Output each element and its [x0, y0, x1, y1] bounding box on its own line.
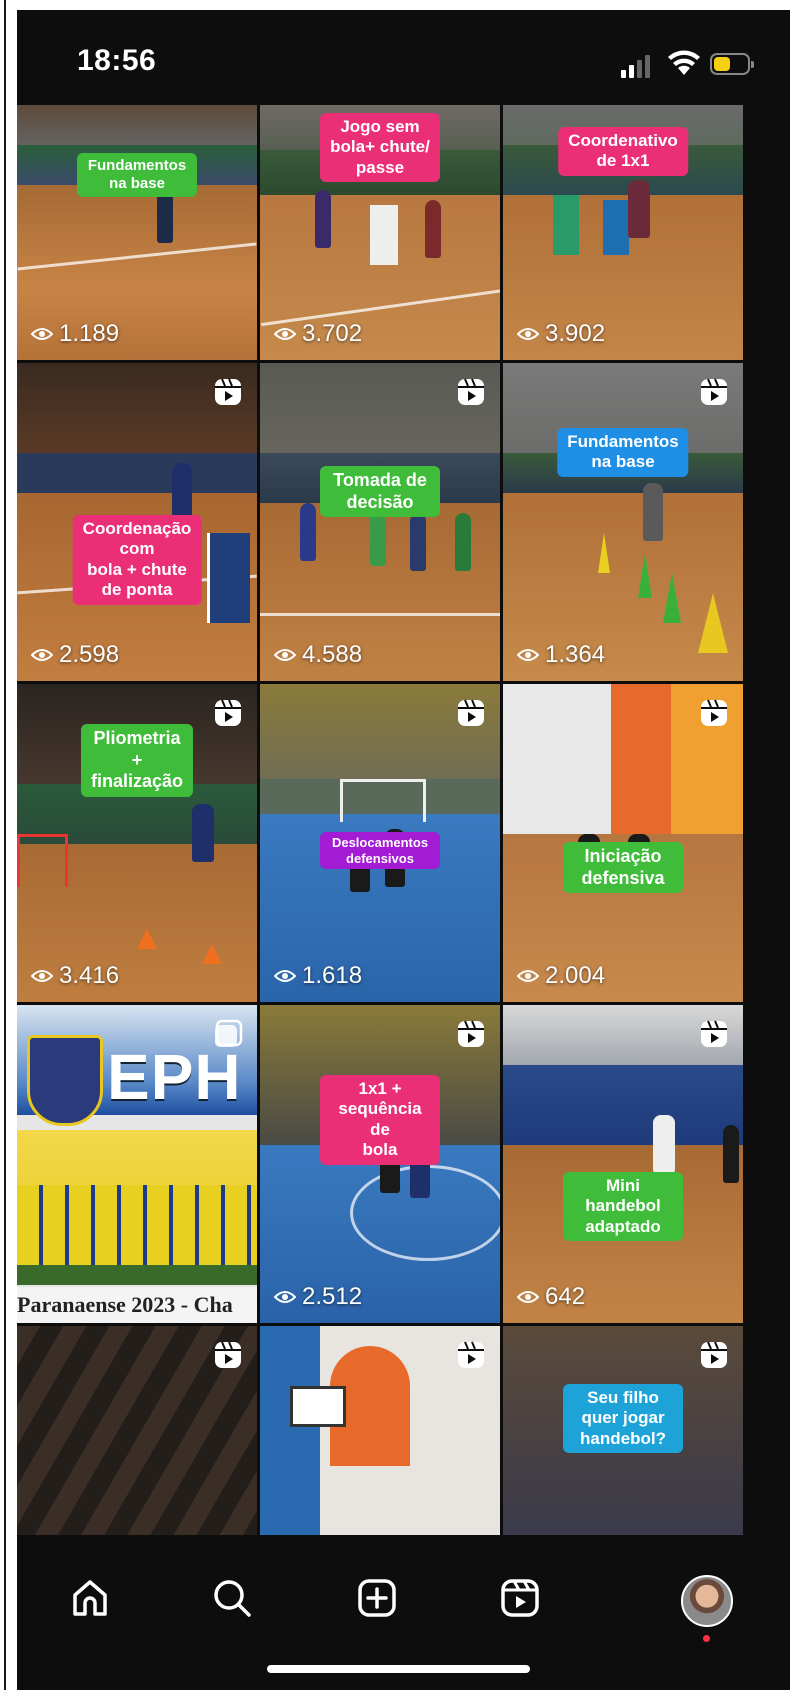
post-tile[interactable]: Coordenativo de 1x1 3.902 — [503, 105, 743, 360]
view-count: 1.364 — [517, 641, 605, 669]
reels-icon — [701, 378, 727, 405]
reels-icon — [215, 699, 241, 726]
view-count-value: 642 — [545, 1283, 586, 1310]
cellular-signal-icon — [621, 54, 655, 78]
post-tile[interactable]: Iniciação defensiva 2.004 — [503, 684, 743, 1002]
profile-avatar[interactable] — [681, 1575, 733, 1627]
post-caption: Deslocamentos defensivos — [320, 832, 440, 870]
search-icon — [214, 1580, 251, 1617]
eye-icon — [31, 649, 53, 661]
post-tile[interactable]: Mini handebol adaptado 642 — [503, 1005, 743, 1323]
view-count: 3.416 — [31, 962, 119, 990]
eye-icon — [31, 970, 53, 982]
post-caption: Mini handebol adaptado — [563, 1172, 683, 1242]
view-count-value: 3.702 — [302, 320, 363, 347]
post-caption: Pliometria + finalização — [80, 724, 194, 797]
view-count-value: 3.902 — [545, 320, 606, 347]
post-caption: Tomada de decisão — [320, 466, 440, 518]
reels-icon — [458, 1341, 484, 1368]
eye-icon — [517, 1291, 539, 1303]
eye-icon — [274, 1291, 296, 1303]
post-tile[interactable]: Tomada de decisão 4.588 — [260, 363, 500, 681]
eye-icon — [31, 328, 53, 340]
carousel-icon — [215, 1019, 243, 1047]
page-edge — [4, 0, 6, 1690]
notification-dot — [703, 1635, 710, 1642]
view-count: 3.702 — [274, 320, 362, 348]
post-tile[interactable]: Deslocamentos defensivos 1.618 — [260, 684, 500, 1002]
eye-icon — [274, 328, 296, 340]
post-caption: Iniciação defensiva — [563, 842, 683, 894]
post-tile[interactable]: Seu filho quer jogar handebol? — [503, 1326, 743, 1535]
view-count: 2.004 — [517, 962, 605, 990]
view-count-value: 2.598 — [59, 641, 120, 668]
wifi-icon — [668, 50, 700, 75]
post-tile[interactable]: EPH Paranaense 2023 - Cha — [17, 1005, 257, 1323]
reels-button[interactable] — [495, 1573, 545, 1623]
view-count: 2.512 — [274, 1283, 362, 1311]
reels-icon — [501, 1579, 539, 1617]
search-button[interactable] — [207, 1573, 257, 1623]
post-caption: Jogo sem bola+ chute/ passe — [320, 113, 440, 183]
post-tile[interactable] — [260, 1326, 500, 1535]
post-caption: 1x1 + sequência de bola — [320, 1075, 440, 1165]
reels-icon — [215, 1341, 241, 1368]
post-tile[interactable]: Pliometria + finalização 3.416 — [17, 684, 257, 1002]
post-caption: Seu filho quer jogar handebol? — [563, 1384, 683, 1454]
reels-icon — [458, 699, 484, 726]
eye-icon — [274, 970, 296, 982]
view-count-value: 2.004 — [545, 962, 606, 989]
reels-icon — [701, 1020, 727, 1047]
create-icon — [358, 1579, 396, 1617]
reels-icon — [458, 378, 484, 405]
home-button[interactable] — [65, 1573, 115, 1623]
view-count: 3.902 — [517, 320, 605, 348]
post-tile[interactable]: Jogo sem bola+ chute/ passe 3.702 — [260, 105, 500, 360]
reels-icon — [458, 1020, 484, 1047]
view-count-value: 3.416 — [59, 962, 120, 989]
view-count: 2.598 — [31, 641, 119, 669]
eye-icon — [517, 970, 539, 982]
home-indicator — [267, 1665, 530, 1673]
post-tile[interactable]: Coordenação com bola + chute de ponta 2.… — [17, 363, 257, 681]
view-count-value: 1.364 — [545, 641, 606, 668]
home-icon — [73, 1580, 107, 1616]
battery-icon — [710, 53, 754, 75]
view-count-value: 1.189 — [59, 320, 120, 347]
reels-icon — [215, 378, 241, 405]
post-tile[interactable] — [17, 1326, 257, 1535]
post-tile[interactable]: Fundamentos na base 1.189 — [17, 105, 257, 360]
post-tile[interactable]: 1x1 + sequência de bola 2.512 — [260, 1005, 500, 1323]
post-caption: Coordenação com bola + chute de ponta — [72, 515, 202, 605]
view-count: 4.588 — [274, 641, 362, 669]
instagram-profile-screen: 18:56 Fundamentos na base 1.189 Jogo sem… — [17, 10, 790, 1690]
banner-text: EPH — [107, 1041, 242, 1113]
eye-icon — [517, 328, 539, 340]
view-count-value: 4.588 — [302, 641, 363, 668]
post-caption: Fundamentos na base — [77, 153, 197, 197]
banner-footer-text: Paranaense 2023 - Cha — [17, 1287, 257, 1323]
reels-icon — [701, 699, 727, 726]
eye-icon — [517, 649, 539, 661]
view-count: 1.618 — [274, 962, 362, 990]
post-caption: Fundamentos na base — [557, 428, 689, 477]
view-count-value: 1.618 — [302, 962, 363, 989]
status-time: 18:56 — [77, 44, 157, 77]
post-caption: Coordenativo de 1x1 — [558, 127, 688, 176]
post-tile[interactable]: Fundamentos na base 1.364 — [503, 363, 743, 681]
view-count: 642 — [517, 1283, 585, 1311]
status-bar: 18:56 — [17, 10, 790, 105]
reels-icon — [701, 1341, 727, 1368]
eye-icon — [274, 649, 296, 661]
view-count-value: 2.512 — [302, 1283, 363, 1310]
create-button[interactable] — [352, 1573, 402, 1623]
view-count: 1.189 — [31, 320, 119, 348]
